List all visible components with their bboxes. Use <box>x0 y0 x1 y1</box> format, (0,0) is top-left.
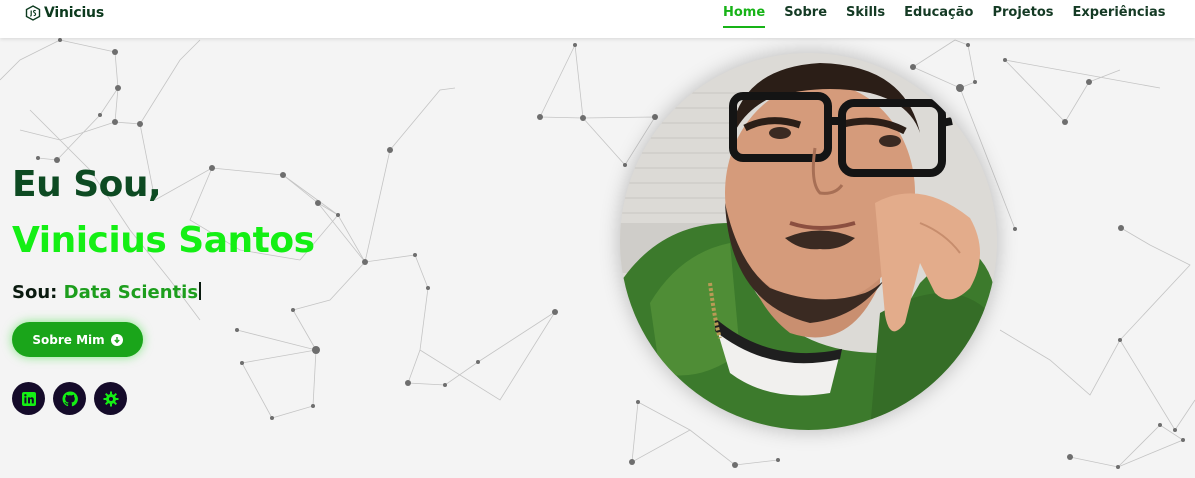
typing-caret <box>199 282 202 300</box>
nav-home[interactable]: Home <box>723 5 766 28</box>
role-label: Sou: <box>12 282 58 303</box>
nav-projetos[interactable]: Projetos <box>992 5 1053 28</box>
linkedin-icon <box>21 391 36 406</box>
about-me-label: Sobre Mim <box>32 332 105 347</box>
hero-name: Vinicius Santos <box>12 220 315 261</box>
kaggle-link[interactable] <box>94 382 127 415</box>
nav-sobre[interactable]: Sobre <box>784 5 827 28</box>
nav-experiencias[interactable]: Experiências <box>1073 5 1166 28</box>
role-value: Data Scientis <box>63 282 199 303</box>
navbar: Vinicius Home Sobre Skills Educação Proj… <box>0 0 1195 38</box>
brand-logo[interactable]: Vinicius <box>25 4 104 22</box>
social-links <box>12 382 127 415</box>
nav-skills[interactable]: Skills <box>846 5 885 28</box>
page: Vinicius Home Sobre Skills Educação Proj… <box>0 0 1195 478</box>
arrow-down-circle-icon <box>110 333 123 346</box>
hero-greeting: Eu Sou, <box>12 164 162 205</box>
profile-portrait <box>620 53 997 430</box>
about-me-button[interactable]: Sobre Mim <box>12 322 143 357</box>
typed-role: Sou: Data Scientis <box>12 282 202 303</box>
brand-name: Vinicius <box>44 5 104 21</box>
js-hexagon-icon <box>25 5 41 21</box>
main-nav: Home Sobre Skills Educação Projetos Expe… <box>723 5 1166 28</box>
profile-photo <box>620 53 997 430</box>
linkedin-link[interactable] <box>12 382 45 415</box>
github-icon <box>61 390 78 406</box>
kaggle-gear-icon <box>103 391 118 406</box>
nav-educacao[interactable]: Educação <box>904 5 973 28</box>
github-link[interactable] <box>53 382 86 415</box>
